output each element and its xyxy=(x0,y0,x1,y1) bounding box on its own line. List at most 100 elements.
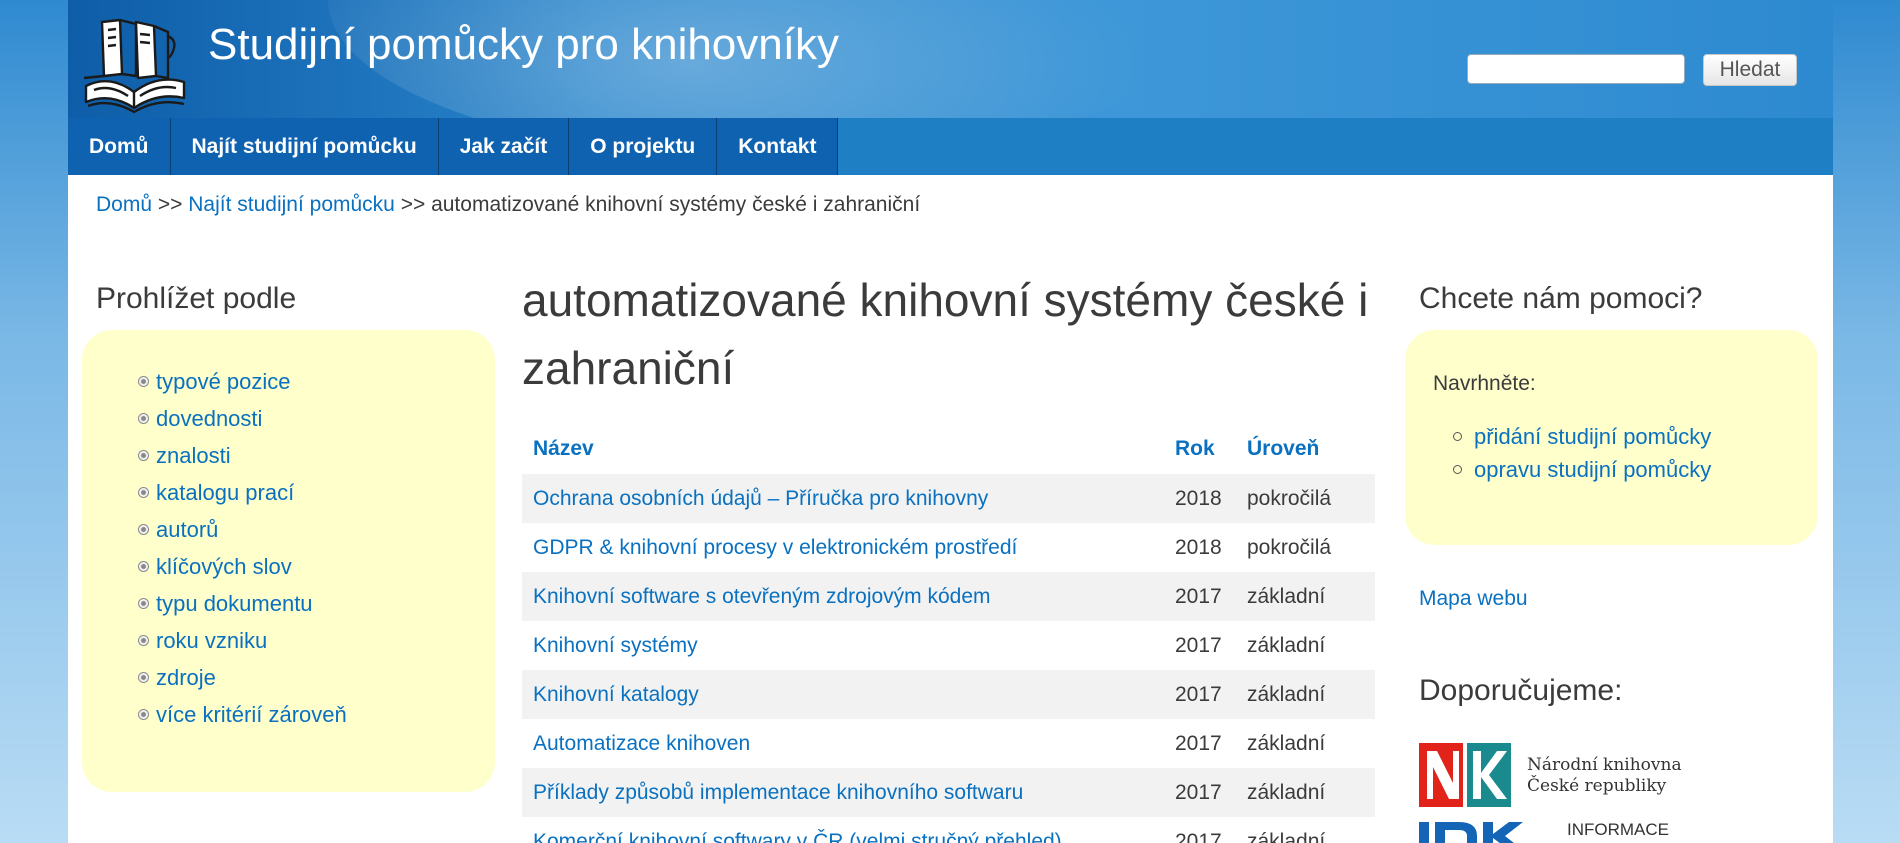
list-item[interactable]: více kritérií zároveň xyxy=(138,696,347,733)
nav-item-how-to-start[interactable]: Jak začít xyxy=(438,118,570,175)
browse-list: typové pozice dovednosti znalosti katalo… xyxy=(138,363,347,733)
bullet-icon xyxy=(138,524,149,535)
browse-link[interactable]: dovednosti xyxy=(156,406,262,432)
browse-link[interactable]: zdroje xyxy=(156,665,216,691)
suggest-list: přidání studijní pomůcky opravu studijní… xyxy=(1453,420,1711,486)
browse-link[interactable]: znalosti xyxy=(156,443,231,469)
aid-title-link[interactable]: GDPR & knihovní procesy v elektronickém … xyxy=(533,536,1017,559)
sitemap-link[interactable]: Mapa webu xyxy=(1419,587,1528,611)
aid-title-link[interactable]: Knihovní katalogy xyxy=(533,683,699,706)
browse-link[interactable]: klíčových slov xyxy=(156,554,292,580)
list-item[interactable]: znalosti xyxy=(138,437,347,474)
table-row: Příklady způsobů implementace knihovního… xyxy=(522,768,1375,817)
aid-year: 2018 xyxy=(1164,474,1236,523)
aid-title-link[interactable]: Komerční knihovní softwary v ČR (velmi s… xyxy=(533,830,1062,843)
aid-year: 2017 xyxy=(1164,768,1236,817)
aid-title-link[interactable]: Ochrana osobních údajů – Příručka pro kn… xyxy=(533,487,988,510)
main-nav: Domů Najít studijní pomůcku Jak začít O … xyxy=(68,118,1833,175)
search-button[interactable]: Hledat xyxy=(1703,54,1797,86)
site-header: Studijní pomůcky pro knihovníky Hledat xyxy=(68,0,1833,118)
breadcrumb-separator: >> xyxy=(157,193,183,216)
aid-year: 2017 xyxy=(1164,572,1236,621)
table-row: Knihovní software s otevřeným zdrojovým … xyxy=(522,572,1375,621)
nk-logo-line: České republiky xyxy=(1527,776,1667,796)
aid-level: základní xyxy=(1236,572,1375,621)
browse-link[interactable]: typové pozice xyxy=(156,369,291,395)
breadcrumb-current: automatizované knihovní systémy české i … xyxy=(431,193,921,216)
browse-box: typové pozice dovednosti znalosti katalo… xyxy=(82,330,495,792)
table-row: Komerční knihovní softwary v ČR (velmi s… xyxy=(522,817,1375,843)
circle-bullet-icon xyxy=(1453,432,1462,441)
nk-logo-text: Národní knihovna České republiky xyxy=(1527,755,1682,797)
page-title: automatizované knihovní systémy české i … xyxy=(522,274,1369,394)
list-item[interactable]: dovednosti xyxy=(138,400,347,437)
circle-bullet-icon xyxy=(1453,465,1462,474)
bullet-icon xyxy=(138,487,149,498)
browse-link[interactable]: roku vzniku xyxy=(156,628,267,654)
aid-title-link[interactable]: Příklady způsobů implementace knihovního… xyxy=(533,781,1023,804)
recommend-heading: Doporučujeme: xyxy=(1419,674,1623,707)
column-header-year[interactable]: Rok xyxy=(1164,424,1236,474)
list-item[interactable]: opravu studijní pomůcky xyxy=(1453,453,1711,486)
table-row: Knihovní systémy 2017 základní xyxy=(522,621,1375,670)
aid-level: základní xyxy=(1247,633,1326,657)
help-box: Navrhněte: přidání studijní pomůcky opra… xyxy=(1405,330,1818,545)
breadcrumb-section-link[interactable]: Najít studijní pomůcku xyxy=(188,193,395,216)
help-heading: Chcete nám pomoci? xyxy=(1419,282,1703,315)
table-header-row: Název Rok Úroveň xyxy=(522,424,1375,474)
books-logo-icon[interactable] xyxy=(80,12,190,114)
idk-logo[interactable]: INFORMACE xyxy=(1419,820,1699,843)
breadcrumb: Domů >> Najít studijní pomůcku >> automa… xyxy=(96,193,920,217)
nk-logo-icon xyxy=(1419,743,1511,807)
aid-level: základní xyxy=(1236,670,1375,719)
aid-title-link[interactable]: Knihovní systémy xyxy=(533,634,698,657)
list-item[interactable]: přidání studijní pomůcky xyxy=(1453,420,1711,453)
list-item[interactable]: katalogu prací xyxy=(138,474,347,511)
idk-logo-text: INFORMACE xyxy=(1567,820,1669,839)
aid-level: základní xyxy=(1236,768,1375,817)
aid-level: základní xyxy=(1247,829,1326,843)
bullet-icon xyxy=(138,376,149,387)
browse-link[interactable]: katalogu prací xyxy=(156,480,294,506)
list-item[interactable]: roku vzniku xyxy=(138,622,347,659)
page: Studijní pomůcky pro knihovníky Hledat D… xyxy=(68,0,1833,843)
search-input[interactable] xyxy=(1467,54,1685,84)
bullet-icon xyxy=(138,672,149,683)
results-table: Název Rok Úroveň Ochrana osobních údajů … xyxy=(522,424,1375,843)
aid-year: 2017 xyxy=(1164,670,1236,719)
nk-logo[interactable]: Národní knihovna České republiky xyxy=(1419,743,1699,807)
bullet-icon xyxy=(138,635,149,646)
aid-title-link[interactable]: Automatizace knihoven xyxy=(533,732,750,755)
breadcrumb-separator: >> xyxy=(400,193,426,216)
aid-level: základní xyxy=(1247,731,1326,755)
aid-title-link[interactable]: Knihovní software s otevřeným zdrojovým … xyxy=(533,585,991,608)
list-item[interactable]: klíčových slov xyxy=(138,548,347,585)
aid-year: 2017 xyxy=(1175,731,1222,755)
browse-link[interactable]: autorů xyxy=(156,517,218,543)
suggest-add-link[interactable]: přidání studijní pomůcky xyxy=(1474,424,1711,450)
aid-year: 2017 xyxy=(1175,829,1222,843)
idk-logo-icon xyxy=(1419,822,1523,843)
list-item[interactable]: typové pozice xyxy=(138,363,347,400)
breadcrumb-home-link[interactable]: Domů xyxy=(96,193,152,216)
bullet-icon xyxy=(138,413,149,424)
bullet-icon xyxy=(138,450,149,461)
nav-item-about[interactable]: O projektu xyxy=(569,118,718,175)
list-item[interactable]: autorů xyxy=(138,511,347,548)
aid-year: 2018 xyxy=(1175,535,1222,559)
column-header-name[interactable]: Název xyxy=(522,424,1164,474)
list-item[interactable]: typu dokumentu xyxy=(138,585,347,622)
list-item[interactable]: zdroje xyxy=(138,659,347,696)
suggest-fix-link[interactable]: opravu studijní pomůcky xyxy=(1474,457,1711,483)
nav-item-find-aid[interactable]: Najít studijní pomůcku xyxy=(170,118,439,175)
aid-level: pokročilá xyxy=(1236,474,1375,523)
column-header-level[interactable]: Úroveň xyxy=(1236,424,1375,474)
aid-level: pokročilá xyxy=(1247,535,1332,559)
nav-item-home[interactable]: Domů xyxy=(68,118,171,175)
nav-item-contact[interactable]: Kontakt xyxy=(717,118,839,175)
site-title[interactable]: Studijní pomůcky pro knihovníky xyxy=(208,20,839,70)
browse-link[interactable]: typu dokumentu xyxy=(156,591,313,617)
suggest-label: Navrhněte: xyxy=(1433,372,1536,395)
browse-link[interactable]: více kritérií zároveň xyxy=(156,702,347,728)
bullet-icon xyxy=(138,709,149,720)
